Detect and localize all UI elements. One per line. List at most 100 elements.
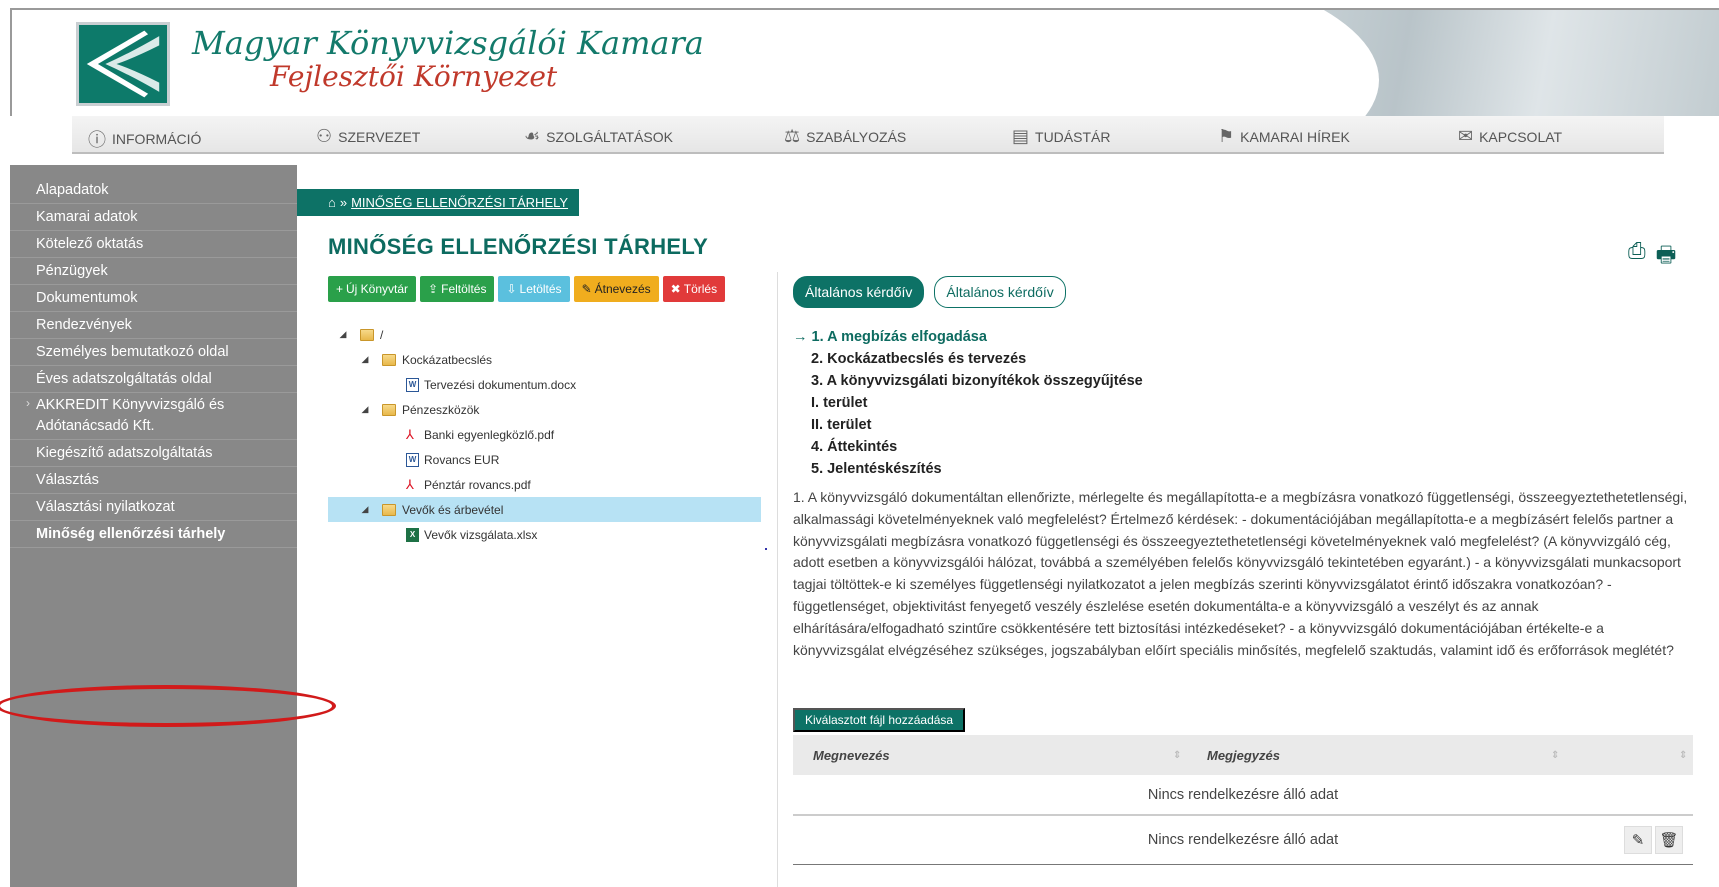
table-header: Megnevezés ⇕ Megjegyzés ⇕ ⇕ <box>793 735 1693 775</box>
download-button[interactable]: ⇩ Letöltés <box>498 276 570 302</box>
questionnaire-tabs: Általános kérdőív Általános kérdőív <box>793 276 1066 308</box>
delete-button[interactable]: ✖ Törlés <box>662 276 726 302</box>
trash-icon[interactable]: 🗑 <box>1655 826 1683 854</box>
sidebar-item-kamarai-adatok[interactable]: Kamarai adatok <box>10 204 297 231</box>
tree-label: Kockázatbecslés <box>402 352 493 367</box>
sidebar-item-alapadatok[interactable]: Alapadatok <box>10 177 297 204</box>
folder-icon <box>382 353 396 366</box>
nav-label: SZERVEZET <box>338 128 421 145</box>
word-file-icon: W <box>406 452 419 467</box>
step-item[interactable]: II. terület <box>793 414 1143 436</box>
envelope-icon: ✉ <box>1458 126 1474 146</box>
tree-node-file[interactable]: W Rovancs EUR <box>328 447 761 472</box>
gavel-icon: ⚖ <box>784 126 801 146</box>
sort-icon[interactable]: ⇕ <box>1679 750 1687 761</box>
breadcrumb-separator: » <box>339 195 348 210</box>
sidebar-item-szemelyes-bemutatkozo[interactable]: Személyes bemutatkozó oldal <box>10 339 297 366</box>
sidebar-item-eves-adatszolgaltatas[interactable]: Éves adatszolgáltatás oldal <box>10 366 297 393</box>
folder-icon <box>382 503 396 516</box>
nav-informacio[interactable]: ⓘ INFORMÁCIÓ <box>88 126 201 152</box>
tree-node-file[interactable]: W Tervezési dokumentum.docx <box>328 372 761 397</box>
tree-node-folder[interactable]: ◢ Pénzeszközök <box>328 397 761 422</box>
new-library-button[interactable]: + Új Könyvtár <box>328 276 417 302</box>
nav-label: INFORMÁCIÓ <box>112 131 202 147</box>
page-utilities: ⎙ 🖶 <box>1628 238 1676 276</box>
nav-label: SZABÁLYOZÁS <box>806 128 907 145</box>
nav-szabalyozas[interactable]: ⚖ SZABÁLYOZÁS <box>784 126 906 147</box>
tab-altalanos-kerdoiv-active[interactable]: Általános kérdőív <box>793 276 925 308</box>
stray-dot <box>765 548 767 550</box>
column-header-megnevezes[interactable]: Megnevezés <box>813 748 890 763</box>
sort-icon[interactable]: ⇕ <box>1551 750 1559 761</box>
sidebar-item-penzugyek[interactable]: Pénzügyek <box>10 258 297 285</box>
tree-node-root[interactable]: ◢ / <box>328 322 761 347</box>
nav-label: SZOLGÁLTATÁSOK <box>546 128 673 145</box>
tree-node-file[interactable]: X Vevők vizsgálata.xlsx <box>328 522 761 547</box>
column-header-megjegyzes[interactable]: Megjegyzés <box>1207 748 1280 763</box>
step-item[interactable]: 4. Áttekintés <box>793 436 1143 458</box>
folder-icon <box>382 403 396 416</box>
download-icon: ⇩ <box>506 282 517 296</box>
sidebar-item-valasztasi-nyilatkozat[interactable]: Választási nyilatkozat <box>10 494 297 521</box>
tab-altalanos-kerdoiv[interactable]: Általános kérdőív <box>934 276 1066 308</box>
nav-szervezet[interactable]: ⚇ SZERVEZET <box>316 126 420 147</box>
home-icon[interactable]: ⌂ <box>328 195 336 210</box>
print-icon[interactable]: 🖶 <box>1656 238 1677 276</box>
nav-kapcsolat[interactable]: ✉ KAPCSOLAT <box>1458 126 1562 147</box>
nav-label: TUDÁSTÁR <box>1035 128 1111 145</box>
collapse-toggle-icon[interactable]: ◢ <box>358 354 372 365</box>
button-label: Letöltés <box>519 282 562 296</box>
sidebar-item-minoseg-ellenorzesi-tarhely[interactable]: Minőség ellenőrzési tárhely <box>10 521 297 548</box>
step-item-current[interactable]: → 1. A megbízás elfogadása <box>793 326 1143 348</box>
sidebar-item-valasztas[interactable]: Választás <box>10 467 297 494</box>
edit-icon[interactable]: ✎ <box>1624 826 1652 854</box>
top-navigation: ⓘ INFORMÁCIÓ ⚇ SZERVEZET ☙ SZOLGÁLTATÁSO… <box>72 116 1664 154</box>
collapse-toggle-icon[interactable]: ◢ <box>336 329 350 340</box>
breadcrumb-current[interactable]: MINŐSÉG ELLENŐRZÉSI TÁRHELY <box>351 195 568 210</box>
sidebar-item-kotelezo-oktatas[interactable]: Kötelező oktatás <box>10 231 297 258</box>
step-item[interactable]: 5. Jelentéskészítés <box>793 458 1143 480</box>
logo-mark-icon <box>86 30 160 98</box>
logo-subtitle: Fejlesztői Környezet <box>270 60 558 93</box>
nav-tudastar[interactable]: ▤ TUDÁSTÁR <box>1012 126 1110 147</box>
nav-kamarai-hirek[interactable]: ⚑ KAMARAI HÍREK <box>1218 126 1350 147</box>
sort-icon[interactable]: ⇕ <box>1173 750 1181 761</box>
nav-szolgaltatasok[interactable]: ☙ SZOLGÁLTATÁSOK <box>524 126 673 147</box>
empty-message: Nincs rendelkezésre álló adat <box>1147 786 1339 803</box>
table-row-empty: Nincs rendelkezésre álló adat <box>793 775 1693 815</box>
question-text: 1. A könyvvizsgáló dokumentáltan ellenőr… <box>793 489 1688 658</box>
tree-label: Rovancs EUR <box>424 452 500 467</box>
file-toolbar: + Új Könyvtár ⇪ Feltöltés ⇩ Letöltés ✎ Á… <box>328 276 726 302</box>
logo[interactable] <box>76 22 170 106</box>
tree-label: Vevők és árbevétel <box>402 502 504 517</box>
button-label: Új Könyvtár <box>346 282 409 296</box>
pdf-file-icon: ⅄ <box>406 426 414 442</box>
sidebar-item-rendezvenyek[interactable]: Rendezvények <box>10 312 297 339</box>
tree-node-folder[interactable]: ◢ Kockázatbecslés <box>328 347 761 372</box>
rename-button[interactable]: ✎ Átnevezés <box>573 276 659 302</box>
tree-label: Banki egyenlegközlő.pdf <box>424 427 555 442</box>
step-label: 1. A megbízás elfogadása <box>811 329 987 345</box>
sidebar-item-kiegeszito-adatszolgaltatas[interactable]: Kiegészítő adatszolgáltatás <box>10 440 297 467</box>
folder-icon <box>360 328 374 341</box>
tree-node-folder-selected[interactable]: ◢ Vevők és árbevétel <box>328 497 761 522</box>
step-item[interactable]: I. terület <box>793 392 1143 414</box>
export-icon[interactable]: ⎙ <box>1628 238 1646 276</box>
upload-button[interactable]: ⇪ Feltöltés <box>420 276 495 302</box>
tree-label: / <box>380 327 384 342</box>
upload-icon: ⇪ <box>428 282 439 296</box>
sidebar-item-akkredit[interactable]: AKKREDIT Könyvvizsgáló és Adótanácsadó K… <box>10 393 297 440</box>
collapse-toggle-icon[interactable]: ◢ <box>358 504 372 515</box>
org-icon: ⚇ <box>316 126 333 146</box>
step-item[interactable]: 2. Kockázatbecslés és tervezés <box>793 348 1143 370</box>
plus-icon: + <box>336 282 344 296</box>
add-selected-file-button[interactable]: Kiválasztott fájl hozzáadása <box>793 708 966 732</box>
tree-node-file[interactable]: ⅄ Pénztár rovancs.pdf <box>328 472 761 497</box>
word-file-icon: W <box>406 377 419 392</box>
tree-node-file[interactable]: ⅄ Banki egyenlegközlő.pdf <box>328 422 761 447</box>
sidebar-item-dokumentumok[interactable]: Dokumentumok <box>10 285 297 312</box>
excel-file-icon: X <box>406 527 419 542</box>
panel-divider <box>777 272 778 887</box>
collapse-toggle-icon[interactable]: ◢ <box>358 404 372 415</box>
step-item[interactable]: 3. A könyvvizsgálati bizonyítékok összeg… <box>793 370 1143 392</box>
